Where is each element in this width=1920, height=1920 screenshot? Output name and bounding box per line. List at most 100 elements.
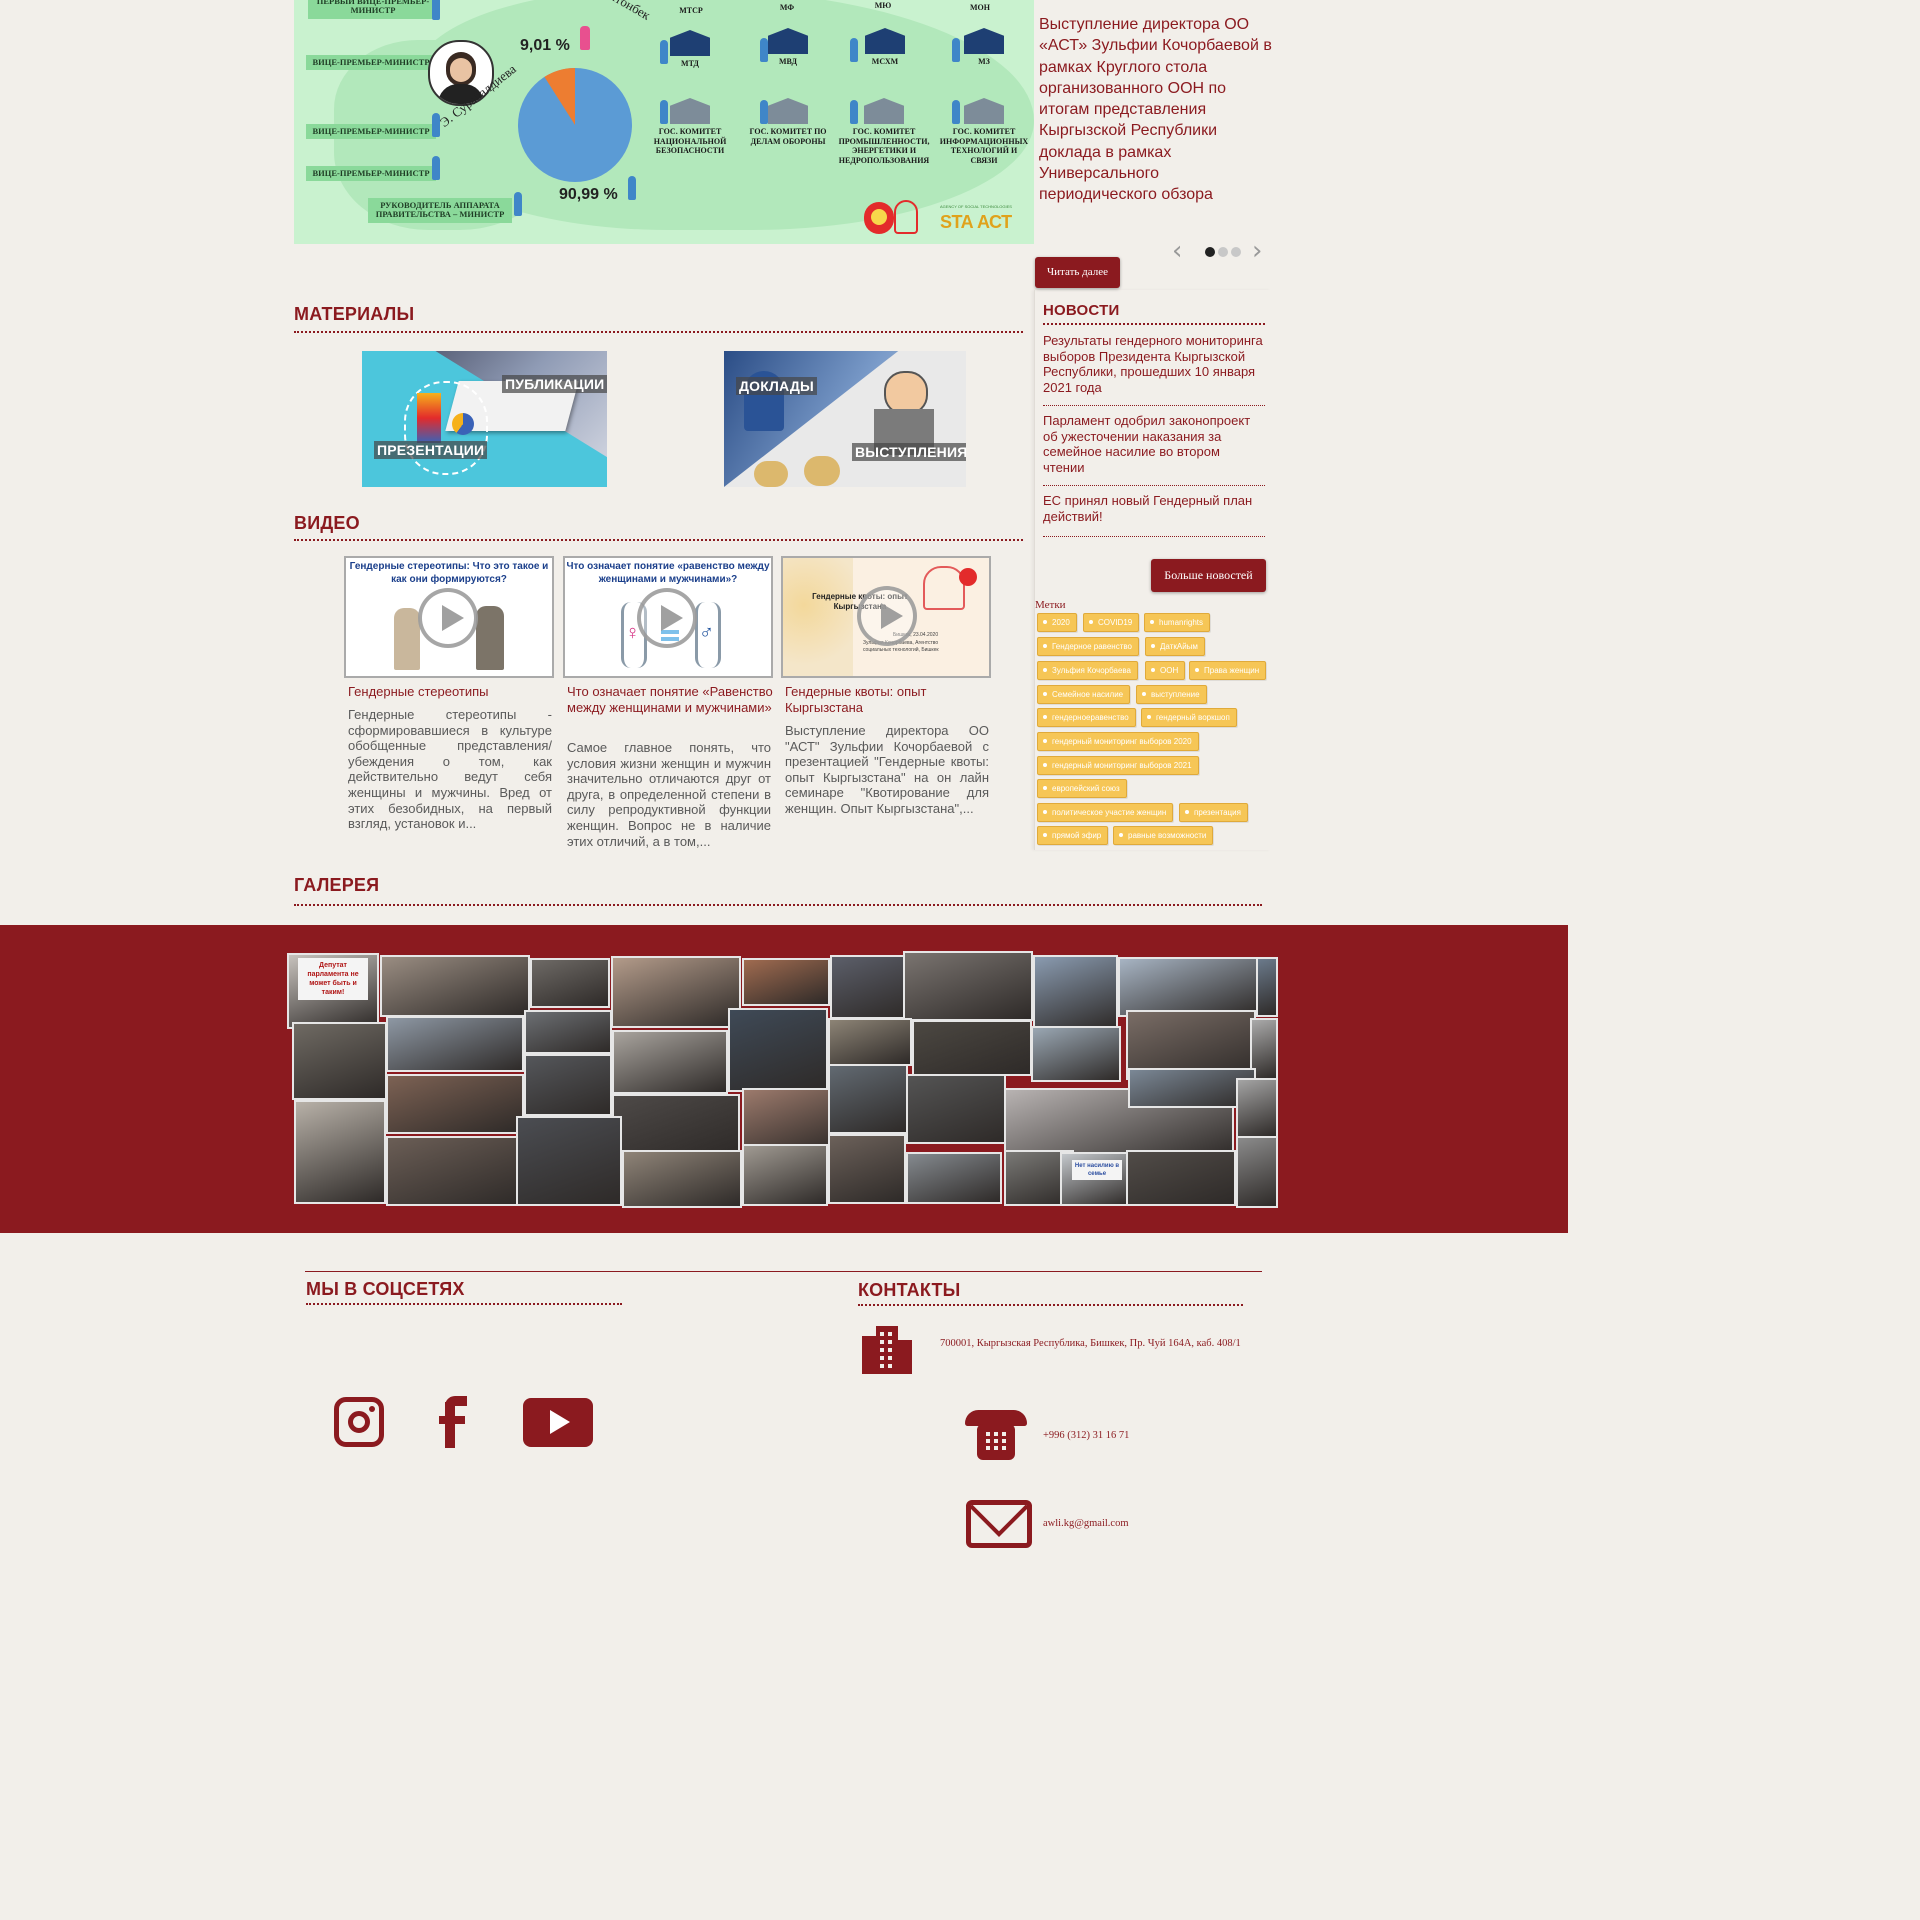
protest-sign-text: Депутат парламента не может быть и таким… [298, 958, 368, 1000]
tag-link[interactable]: политическое участие женщин [1037, 803, 1174, 822]
person-icon [850, 100, 858, 124]
instagram-icon[interactable] [334, 1397, 384, 1447]
committee-building-icon [964, 98, 1004, 124]
gallery-photo[interactable] [524, 1010, 612, 1054]
video-title-link[interactable]: Что означает понятие «Равенство между же… [567, 684, 773, 716]
tag-link[interactable]: европейский союз [1037, 779, 1127, 798]
tag-link[interactable]: прямой эфир [1037, 826, 1109, 845]
gallery-photo[interactable] [294, 1100, 386, 1204]
gender-pie-chart [518, 68, 632, 182]
video-thumbnail[interactable]: Гендерные квоты: опыт Кыргызстана Зульфи… [781, 556, 991, 678]
person-icon [432, 156, 440, 180]
slider-dot-active[interactable] [1205, 247, 1215, 257]
gallery-photo[interactable] [292, 1022, 387, 1100]
gallery-photo[interactable] [1033, 955, 1118, 1030]
play-icon[interactable] [418, 588, 478, 648]
gallery-photo[interactable] [828, 1064, 908, 1134]
facebook-icon[interactable] [437, 1396, 471, 1448]
gallery-photo[interactable] [386, 1016, 524, 1072]
video-title-link[interactable]: Гендерные стереотипы [348, 684, 554, 700]
gallery-photo[interactable] [622, 1150, 742, 1208]
divider [294, 904, 1262, 906]
gallery-photo[interactable] [912, 1020, 1032, 1076]
gallery-photo[interactable] [742, 1144, 828, 1206]
tag-link[interactable]: 2020 [1037, 613, 1077, 632]
chevron-right-icon[interactable]: › [1252, 236, 1262, 266]
ministry-label: МОН [970, 3, 990, 12]
tag-link[interactable]: гендерный мониторинг выборов 2020 [1037, 732, 1199, 751]
gallery-photo[interactable] [1126, 1150, 1236, 1206]
gallery-photo[interactable] [380, 955, 530, 1017]
gallery-photo[interactable] [611, 956, 741, 1028]
gallery-photo[interactable] [742, 958, 830, 1006]
contacts-title: КОНТАКТЫ [858, 1280, 961, 1300]
gallery-photo[interactable] [612, 1094, 740, 1156]
address-text: 700001, Кыргызская Республика, Бишкек, П… [940, 1338, 1241, 1349]
tag-link[interactable]: humanrights [1144, 613, 1211, 632]
tag-link[interactable]: Права женщин [1189, 661, 1267, 680]
social-title: МЫ В СОЦСЕТЯХ [306, 1279, 465, 1299]
news-item[interactable]: ЕС принял новый Гендерный план действий! [1043, 493, 1265, 524]
role-label: ВИЦЕ-ПРЕМЬЕР-МИНИСТР [306, 166, 436, 182]
gallery-photo[interactable] [906, 1074, 1006, 1144]
more-news-button[interactable]: Больше новостей [1151, 559, 1266, 592]
gallery-photo[interactable] [1118, 957, 1258, 1017]
gallery-photo[interactable] [828, 1018, 912, 1066]
tag-link[interactable]: ООН [1145, 661, 1186, 680]
slider-dot[interactable] [1218, 247, 1228, 257]
gallery-photo[interactable] [386, 1136, 522, 1206]
kg-flag-icon [959, 568, 977, 586]
ministry-label: МЮ [874, 1, 892, 10]
tag-link[interactable]: гендерноеравенство [1037, 708, 1136, 727]
video-thumbnail[interactable]: Гендерные стереотипы: Что это такое и ка… [344, 556, 554, 678]
tag-link[interactable]: Гендерное равенство [1037, 637, 1139, 656]
tag-link[interactable]: COVID19 [1083, 613, 1140, 632]
gallery-photo[interactable] [1256, 957, 1278, 1017]
tag-link[interactable]: Семейное насилие [1037, 685, 1131, 704]
materials-publications-card[interactable]: ПУБЛИКАЦИИ ПРЕЗЕНТАЦИИ [362, 351, 607, 487]
news-item[interactable]: Парламент одобрил законопроект об ужесто… [1043, 413, 1265, 475]
committee-block: ГОС. КОМИТЕТ ПО ДЕЛАМ ОБОРОНЫ [746, 98, 830, 146]
divider [1043, 536, 1265, 537]
gallery-photo[interactable] [386, 1074, 524, 1134]
gallery-photo[interactable] [903, 951, 1033, 1021]
tag-link[interactable]: гендерный воркшоп [1141, 708, 1237, 727]
tag-link[interactable]: равные возможности [1113, 826, 1214, 845]
presentations-label: ПРЕЗЕНТАЦИИ [374, 441, 488, 459]
gallery-photo[interactable] [1236, 1078, 1278, 1138]
committee-building-icon [768, 98, 808, 124]
role-label: РУКОВОДИТЕЛЬ АППАРАТА ПРАВИТЕЛЬСТВА – МИ… [368, 198, 512, 223]
youtube-icon[interactable] [523, 1398, 593, 1447]
video-title-link[interactable]: Гендерные квоты: опыт Кыргызстана [785, 684, 991, 716]
slider-dot[interactable] [1231, 247, 1241, 257]
tag-link[interactable]: гендерный мониторинг выборов 2021 [1037, 756, 1199, 775]
gallery-photo[interactable] [524, 1054, 612, 1116]
video-thumbnail[interactable]: Что означает понятие «равенство между же… [563, 556, 773, 678]
gallery-photo[interactable] [1236, 1136, 1278, 1208]
phone-text[interactable]: +996 (312) 31 16 71 [1043, 1430, 1129, 1442]
gallery-photo[interactable] [1031, 1026, 1121, 1082]
gallery-photo[interactable] [530, 958, 610, 1008]
gallery-photo[interactable] [906, 1152, 1002, 1204]
play-icon[interactable] [637, 588, 697, 648]
gallery-photo[interactable] [830, 955, 910, 1019]
chevron-left-icon[interactable]: ‹ [1172, 236, 1182, 266]
hero-infographic[interactable]: ПЕРВЫЙ ВИЦЕ-ПРЕМЬЕР-МИНИСТР ВИЦЕ-ПРЕМЬЕР… [294, 0, 1034, 244]
email-text[interactable]: awli.kg@gmail.com [1043, 1518, 1129, 1530]
tag-link[interactable]: Зульфия Кочорбаева [1037, 661, 1139, 680]
tag-link[interactable]: презентация [1179, 803, 1248, 822]
tag-link[interactable]: ДаткАйым [1145, 637, 1205, 656]
read-more-button[interactable]: Читать далее [1035, 257, 1120, 288]
gallery-photo[interactable] [728, 1008, 828, 1092]
pie-men-label: 90,99 % [559, 186, 618, 203]
materials-reports-card[interactable]: ДОКЛАДЫ ВЫСТУПЛЕНИЯ [724, 351, 966, 487]
news-item[interactable]: Результаты гендерного мониторинга выборо… [1043, 333, 1265, 395]
video-thumb-text: Гендерные стереотипы: Что это такое и ка… [349, 561, 549, 585]
gallery-photo[interactable] [612, 1030, 728, 1094]
video-description: Гендерные стереотипы - сформировавшиеся … [348, 707, 552, 832]
gallery-photo[interactable] [516, 1116, 622, 1206]
tag-link[interactable]: выступление [1136, 685, 1207, 704]
hero-slide-text[interactable]: Выступление директора ОО «АСТ» Зульфии К… [1039, 14, 1279, 206]
gallery-photo[interactable] [828, 1134, 906, 1204]
play-icon[interactable] [857, 586, 917, 646]
